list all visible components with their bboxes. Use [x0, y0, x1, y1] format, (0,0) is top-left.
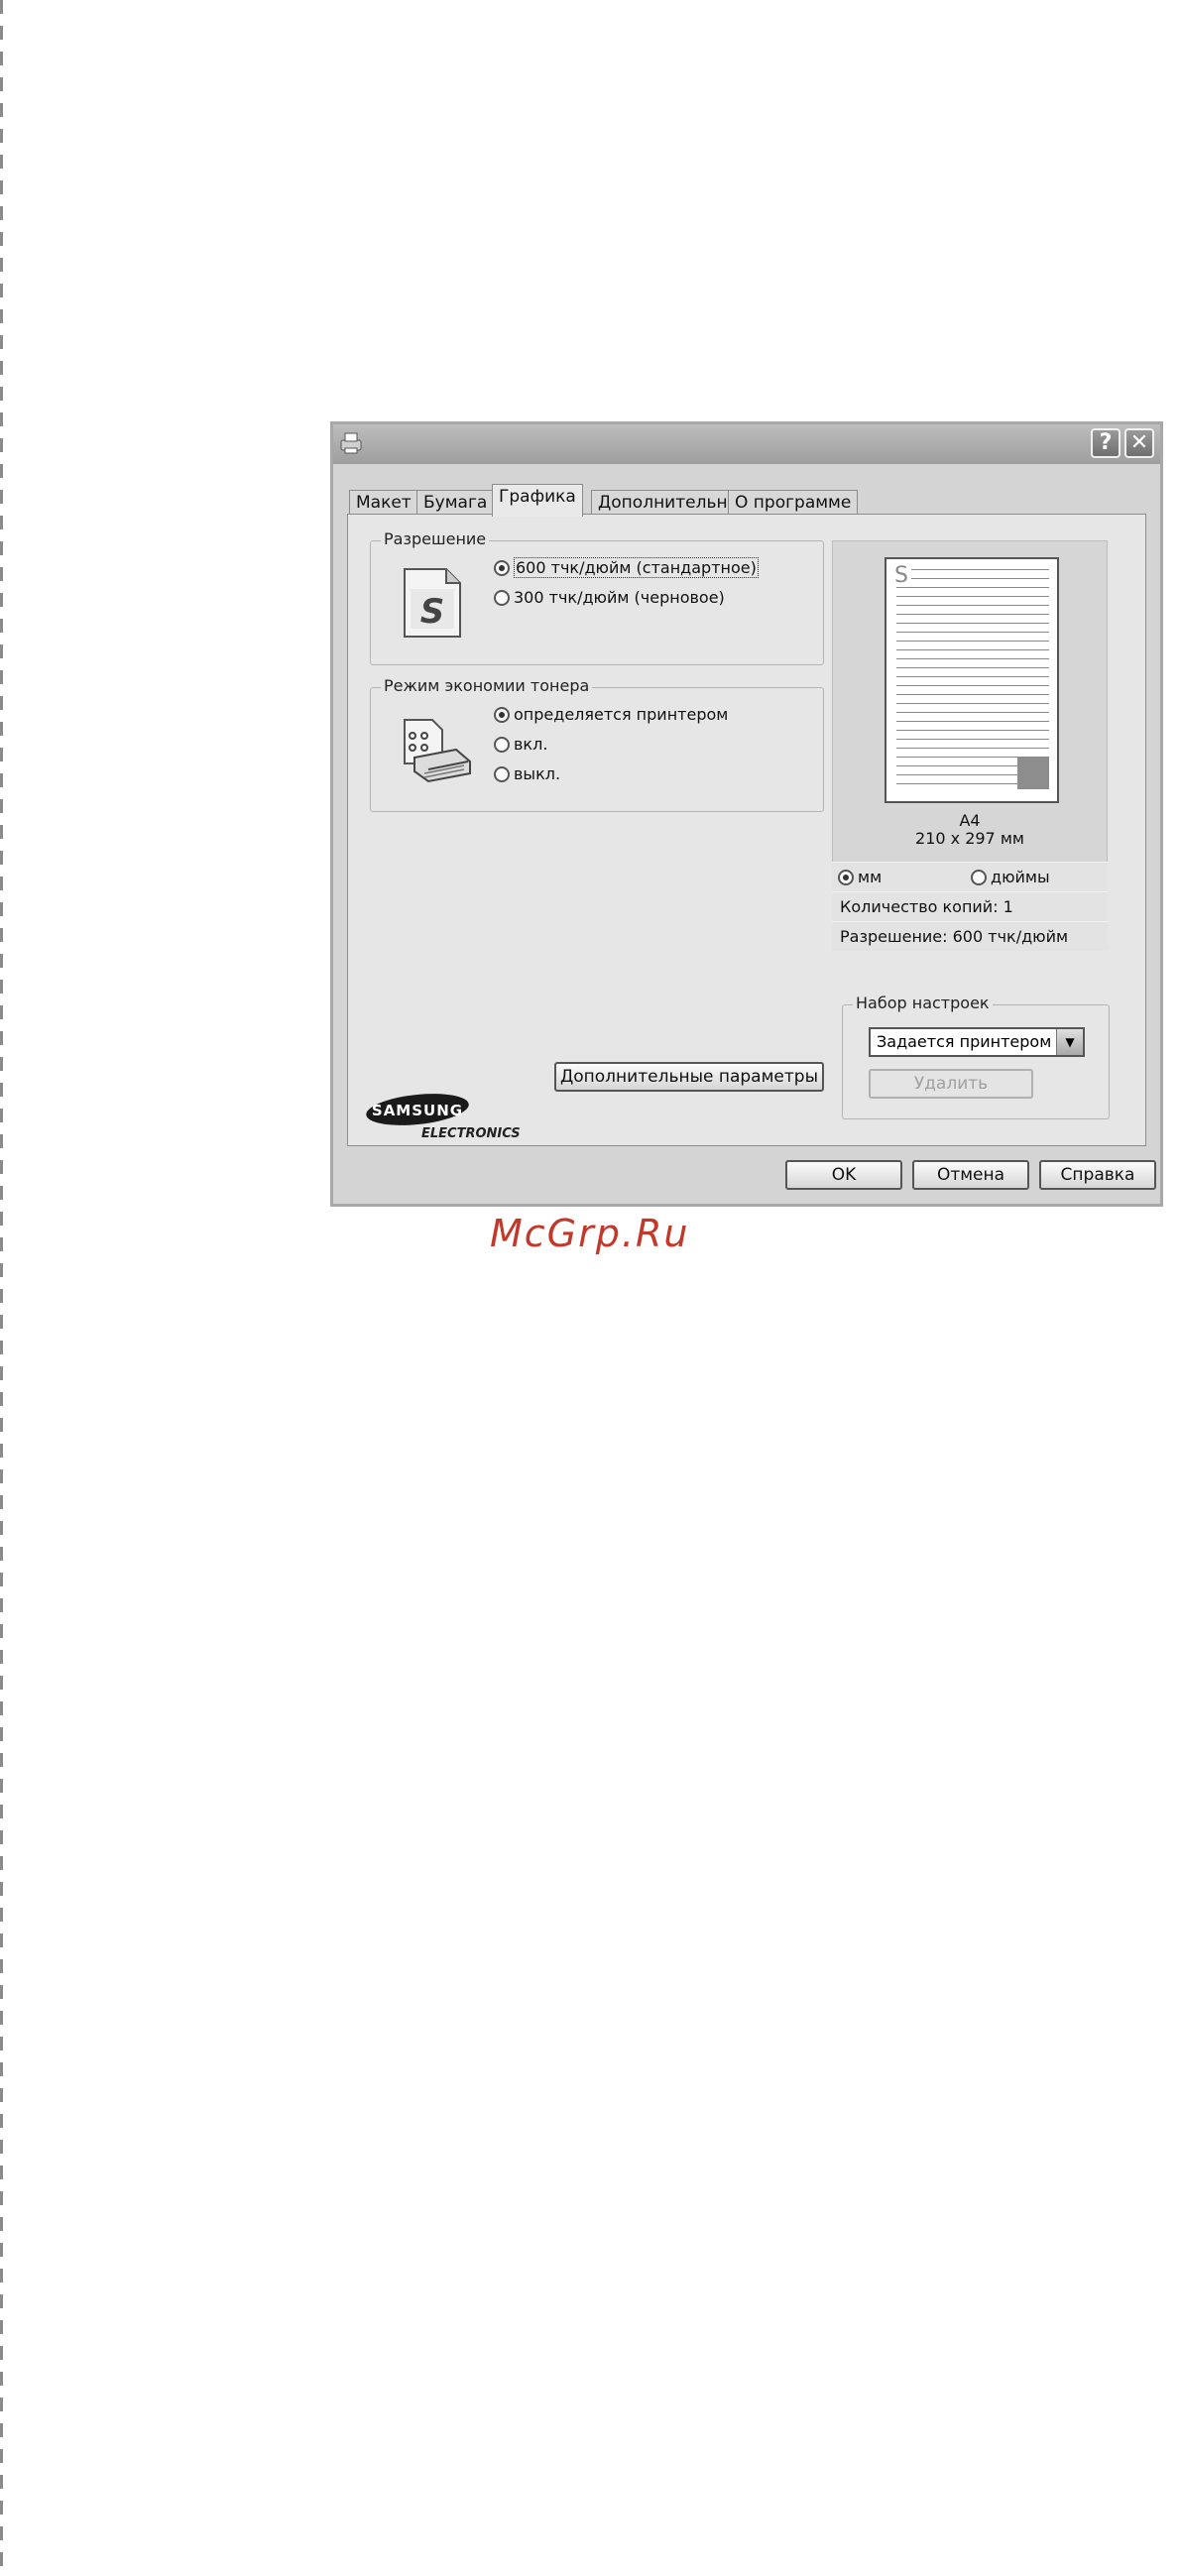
advanced-options-button[interactable]: Дополнительные параметры — [554, 1062, 824, 1092]
radio-selected-icon — [494, 707, 510, 723]
graphics-panel: Разрешение S 600 тчк/дюйм (стандартное) … — [347, 514, 1146, 1146]
favorites-selected-value: Задается принтером — [877, 1032, 1052, 1051]
favorites-select[interactable]: Задается принтером ▼ — [869, 1027, 1085, 1057]
paper-preview: S — [885, 557, 1059, 803]
toner-save-title: Режим экономии тонера — [381, 676, 593, 695]
radio-selected-icon — [838, 870, 854, 885]
watermark-text: McGrp.Ru — [490, 1212, 690, 1255]
toner-on-label: вкл. — [514, 735, 548, 754]
toner-auto-option[interactable]: определяется принтером — [494, 704, 728, 726]
favorites-title: Набор настроек — [853, 994, 993, 1012]
radio-empty-icon — [494, 737, 510, 753]
chevron-down-icon[interactable]: ▼ — [1056, 1029, 1083, 1055]
image-block — [1017, 758, 1049, 789]
resolution-title: Разрешение — [381, 529, 490, 548]
help-button[interactable]: Справка — [1039, 1160, 1156, 1190]
printer-properties-dialog: ? ✕ Макет Бумага Графика Дополнительно О… — [330, 421, 1163, 1207]
samsung-s-watermark-icon: S — [894, 565, 911, 587]
resolution-600-option[interactable]: 600 тчк/дюйм (стандартное) — [494, 557, 759, 579]
page-cut-line — [0, 0, 3, 2576]
tab-extras[interactable]: Дополнительно — [591, 490, 745, 516]
svg-text:S: S — [420, 592, 445, 632]
paper-name: A4 — [959, 811, 981, 830]
unit-inch-option[interactable]: дюймы — [971, 867, 1050, 888]
page-preview: S A4 210 x 297 мм — [832, 540, 1108, 887]
delete-button[interactable]: Удалить — [869, 1069, 1033, 1099]
title-bar: ? ✕ — [333, 424, 1160, 464]
toner-printer-icon — [404, 719, 471, 783]
radio-empty-icon — [971, 870, 987, 885]
toner-save-group: Режим экономии тонера определяется принт… — [370, 676, 824, 812]
svg-text:ELECTRONICS: ELECTRONICS — [421, 1126, 521, 1139]
samsung-electronics-logo: SAMSUNG ELECTRONICS — [366, 1094, 521, 1139]
tab-graphics[interactable]: Графика — [492, 484, 583, 517]
resolution-group: Разрешение S 600 тчк/дюйм (стандартное) … — [370, 529, 824, 665]
toner-off-label: выкл. — [514, 764, 561, 783]
unit-mm-label: мм — [858, 868, 883, 886]
text-lines — [896, 569, 1049, 789]
radio-empty-icon — [494, 590, 510, 606]
ok-button[interactable]: OK — [785, 1160, 902, 1190]
resolution-300-label: 300 тчк/дюйм (черновое) — [514, 588, 725, 607]
svg-text:SAMSUNG: SAMSUNG — [372, 1102, 463, 1119]
help-icon[interactable]: ? — [1091, 428, 1121, 458]
radio-selected-icon — [494, 560, 510, 576]
printer-icon — [340, 432, 362, 454]
toner-auto-label: определяется принтером — [514, 705, 729, 724]
samsung-s-icon: S — [404, 568, 461, 638]
tab-layout[interactable]: Макет — [349, 490, 418, 516]
unit-inch-label: дюймы — [991, 868, 1050, 886]
paper-size: 210 x 297 мм — [915, 829, 1024, 848]
units-row: мм дюймы — [832, 862, 1108, 891]
resolution-600-label: 600 тчк/дюйм (стандартное) — [514, 557, 759, 578]
tab-paper[interactable]: Бумага — [416, 490, 495, 516]
toner-on-option[interactable]: вкл. — [494, 734, 547, 756]
toner-off-option[interactable]: выкл. — [494, 763, 560, 785]
resolution-300-option[interactable]: 300 тчк/дюйм (черновое) — [494, 587, 725, 609]
copies-info: Количество копий: 1 — [832, 891, 1108, 921]
cancel-button[interactable]: Отмена — [912, 1160, 1029, 1190]
resolution-info: Разрешение: 600 тчк/дюйм — [832, 921, 1108, 951]
unit-mm-option[interactable]: мм — [838, 868, 882, 886]
close-icon[interactable]: ✕ — [1124, 428, 1154, 458]
radio-empty-icon — [494, 766, 510, 782]
favorites-group: Набор настроек Задается принтером ▼ Удал… — [842, 994, 1110, 1119]
tab-about[interactable]: О программе — [728, 490, 859, 516]
